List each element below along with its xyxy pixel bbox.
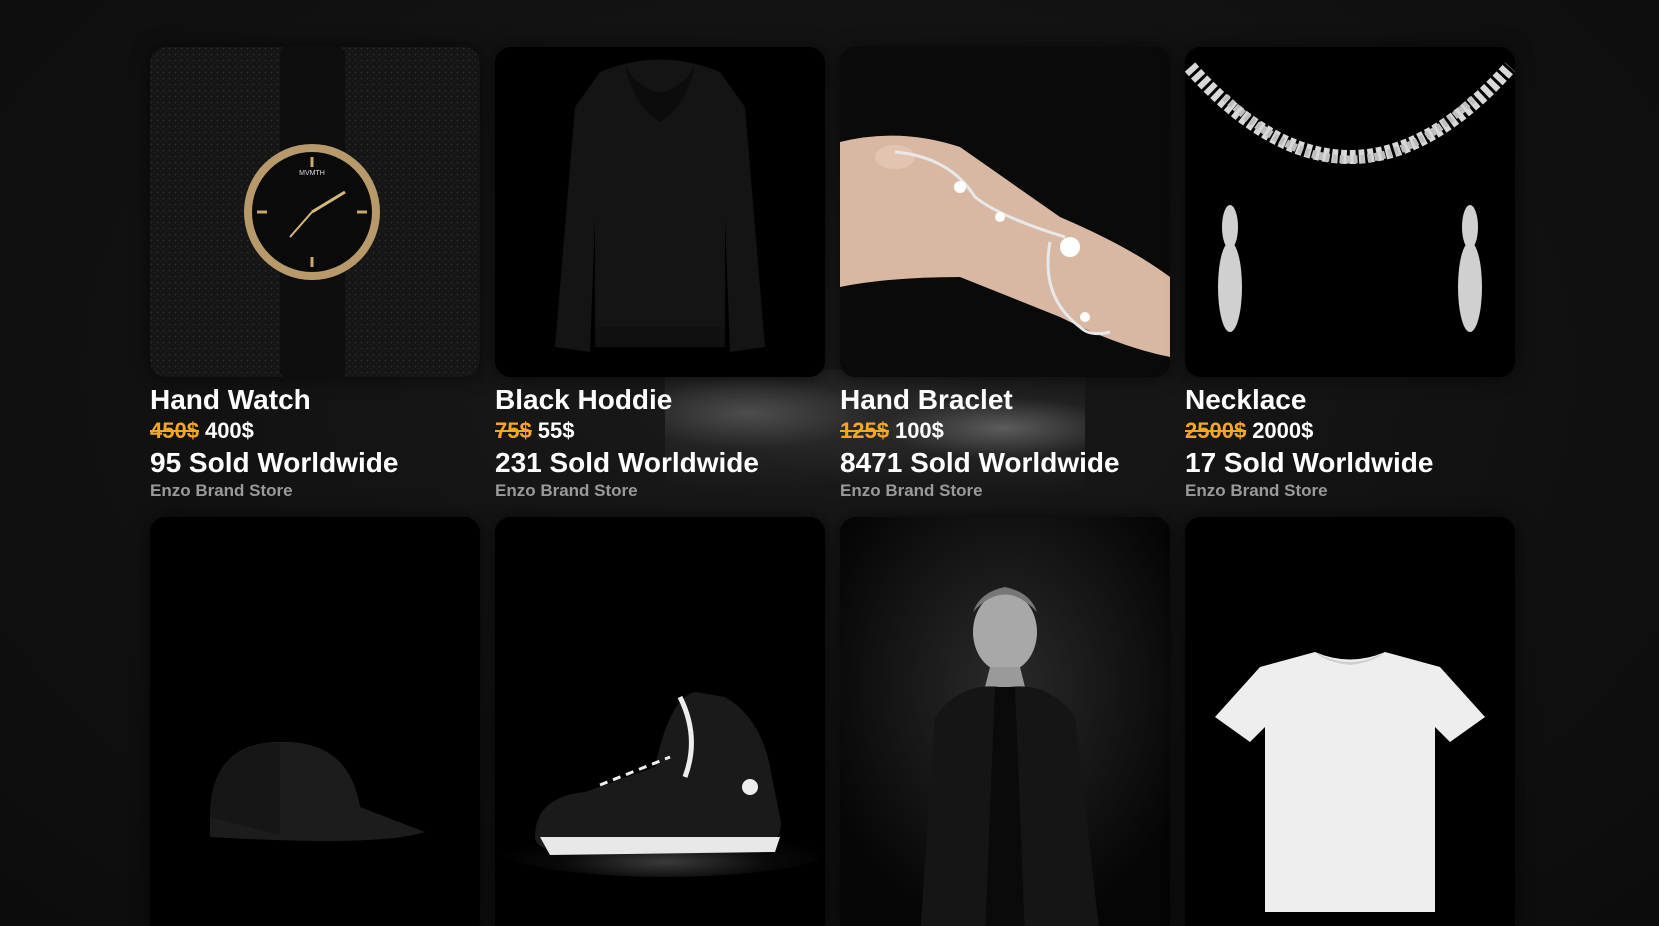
- product-title[interactable]: Necklace: [1185, 384, 1515, 416]
- new-price: 400$: [204, 418, 254, 443]
- cap-image[interactable]: [150, 517, 480, 926]
- product-card-sneaker[interactable]: [495, 517, 825, 926]
- necklace-image[interactable]: [1185, 47, 1515, 377]
- svg-text:MVMTH: MVMTH: [299, 170, 325, 177]
- store-name[interactable]: Enzo Brand Store: [150, 480, 480, 502]
- product-title[interactable]: Black Hoddie: [495, 384, 825, 416]
- store-name[interactable]: Enzo Brand Store: [495, 480, 825, 502]
- store-name[interactable]: Enzo Brand Store: [840, 480, 1170, 502]
- product-grid-page: MVMTH Hand Watch 450$ 400$ 95 Sold Worldw…: [0, 0, 1659, 926]
- suit-model-image[interactable]: [840, 517, 1170, 926]
- hoodie-image[interactable]: [495, 47, 825, 377]
- product-grid: MVMTH Hand Watch 450$ 400$ 95 Sold Worldw…: [150, 47, 1515, 926]
- old-price: 2500$: [1185, 418, 1247, 443]
- sneaker-image[interactable]: [495, 517, 825, 926]
- product-title[interactable]: Hand Braclet: [840, 384, 1170, 416]
- product-title[interactable]: Hand Watch: [150, 384, 480, 416]
- store-name[interactable]: Enzo Brand Store: [1185, 480, 1515, 502]
- bracelet-image[interactable]: [840, 47, 1170, 377]
- product-price: 75$ 55$: [495, 416, 825, 446]
- product-card-tshirt[interactable]: [1185, 517, 1515, 926]
- sold-count: 8471 Sold Worldwide: [840, 447, 1120, 478]
- sold-count: 17 Sold Worldwide: [1185, 447, 1434, 478]
- old-price: 75$: [495, 418, 532, 443]
- product-card-necklace[interactable]: Necklace 2500$ 2000$ 17 Sold Worldwide En…: [1185, 47, 1515, 505]
- old-price: 125$: [840, 418, 889, 443]
- product-card-hand-braclet[interactable]: Hand Braclet 125$ 100$ 8471 Sold Worldwid…: [840, 47, 1170, 505]
- product-card-black-hoddie[interactable]: Black Hoddie 75$ 55$ 231 Sold Worldwide E…: [495, 47, 825, 505]
- sold-count: 231 Sold Worldwide: [495, 447, 759, 478]
- product-price: 450$ 400$: [150, 416, 480, 446]
- sold-count: 95 Sold Worldwide: [150, 447, 399, 478]
- product-price: 2500$ 2000$: [1185, 416, 1515, 446]
- product-card-cap[interactable]: [150, 517, 480, 926]
- product-price: 125$ 100$: [840, 416, 1170, 446]
- product-card-suit[interactable]: [840, 517, 1170, 926]
- old-price: 450$: [150, 418, 199, 443]
- new-price: 55$: [537, 418, 575, 443]
- product-card-hand-watch[interactable]: MVMTH Hand Watch 450$ 400$ 95 Sold Worldw…: [150, 47, 480, 505]
- new-price: 2000$: [1252, 418, 1314, 443]
- tshirt-image[interactable]: [1185, 517, 1515, 926]
- watch-image[interactable]: MVMTH: [150, 47, 480, 377]
- new-price: 100$: [894, 418, 944, 443]
